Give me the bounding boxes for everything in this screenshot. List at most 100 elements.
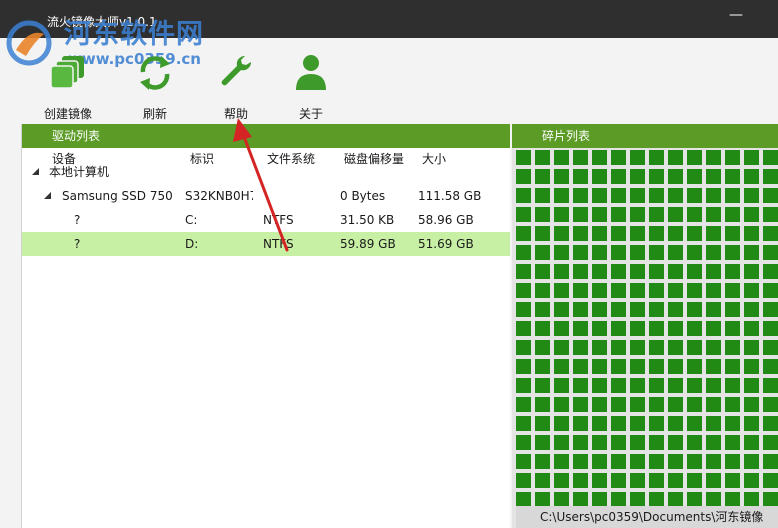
fragment-block xyxy=(516,302,531,317)
refresh-button[interactable]: 刷新 xyxy=(115,48,195,121)
expand-arrow-icon[interactable] xyxy=(32,168,39,175)
size-cell: 58.96 GB xyxy=(418,213,474,227)
fragment-block xyxy=(763,169,778,184)
fragment-block xyxy=(687,150,702,165)
fragment-block xyxy=(763,150,778,165)
fragment-block xyxy=(744,207,759,222)
fragment-block xyxy=(687,397,702,412)
fragment-block xyxy=(630,454,645,469)
fragment-block xyxy=(573,245,588,260)
fragment-block xyxy=(516,454,531,469)
fragment-block xyxy=(763,492,778,507)
fragment-block xyxy=(668,283,683,298)
fragment-block xyxy=(744,321,759,336)
fragment-block xyxy=(611,454,626,469)
fragment-block xyxy=(516,169,531,184)
refresh-icon xyxy=(140,56,170,90)
fragment-block xyxy=(706,245,721,260)
fragment-block xyxy=(535,207,550,222)
fragment-block xyxy=(535,454,550,469)
fragment-block xyxy=(687,169,702,184)
device-cell: Samsung SSD 750 EVO xyxy=(62,189,176,203)
fragment-block xyxy=(649,188,664,203)
minimize-button[interactable]: — xyxy=(722,6,750,24)
fragment-block xyxy=(687,302,702,317)
fragment-block xyxy=(554,435,569,450)
table-row[interactable]: 本地计算机 xyxy=(22,160,510,184)
fragment-block xyxy=(744,340,759,355)
fragment-block xyxy=(706,188,721,203)
fragment-block xyxy=(706,435,721,450)
fragment-block xyxy=(725,226,740,241)
fragment-block xyxy=(554,188,569,203)
fragment-block xyxy=(554,397,569,412)
fragment-block xyxy=(649,435,664,450)
fragment-block xyxy=(706,340,721,355)
fragment-block xyxy=(725,321,740,336)
fragment-block xyxy=(687,416,702,431)
fragment-block xyxy=(744,150,759,165)
fragment-block xyxy=(649,378,664,393)
fragment-block xyxy=(763,416,778,431)
fragment-block xyxy=(573,435,588,450)
fragment-block xyxy=(516,207,531,222)
fragment-block xyxy=(687,473,702,488)
fragment-block xyxy=(630,378,645,393)
fragment-block xyxy=(763,264,778,279)
fragment-block xyxy=(573,188,588,203)
fragment-block xyxy=(630,302,645,317)
fragment-block xyxy=(649,359,664,374)
help-button[interactable]: 帮助 xyxy=(196,48,276,121)
fragment-block xyxy=(763,188,778,203)
fragment-block xyxy=(744,435,759,450)
fragment-block xyxy=(687,188,702,203)
table-row-selected[interactable]: ? D: NTFS 59.89 GB 51.69 GB xyxy=(22,232,510,256)
fragment-block xyxy=(706,264,721,279)
expand-arrow-icon[interactable] xyxy=(44,192,51,199)
fragment-block xyxy=(763,321,778,336)
fragment-block xyxy=(554,378,569,393)
fragment-block xyxy=(649,283,664,298)
fragment-block xyxy=(725,359,740,374)
fragment-block xyxy=(725,454,740,469)
fragment-block xyxy=(649,340,664,355)
fragment-block xyxy=(668,207,683,222)
fragment-block xyxy=(725,283,740,298)
fragment-block xyxy=(516,321,531,336)
fragment-block xyxy=(649,397,664,412)
fragment-block xyxy=(744,378,759,393)
fragment-block xyxy=(554,226,569,241)
table-row[interactable]: Samsung SSD 750 EVO S32KNB0H7 0 Bytes 11… xyxy=(22,184,510,208)
fragment-block xyxy=(535,245,550,260)
fragment-block xyxy=(706,416,721,431)
fragment-block xyxy=(706,473,721,488)
offset-cell: 0 Bytes xyxy=(340,189,386,203)
fragment-block xyxy=(573,207,588,222)
fragment-block xyxy=(554,416,569,431)
fragment-block xyxy=(725,378,740,393)
fragment-block xyxy=(668,473,683,488)
fragment-block xyxy=(630,264,645,279)
fragment-block xyxy=(744,359,759,374)
fragment-block xyxy=(725,188,740,203)
fragment-block xyxy=(687,492,702,507)
fragment-block xyxy=(687,245,702,260)
fragment-block xyxy=(554,454,569,469)
fragment-block xyxy=(516,397,531,412)
fragment-block xyxy=(687,226,702,241)
fragment-block xyxy=(554,340,569,355)
create-image-button[interactable]: 创建镜像 xyxy=(28,48,108,121)
fragment-block xyxy=(687,435,702,450)
table-row[interactable]: ? C: NTFS 31.50 KB 58.96 GB xyxy=(22,208,510,232)
fragment-block xyxy=(516,359,531,374)
fragment-block xyxy=(573,226,588,241)
fragment-block xyxy=(687,340,702,355)
fragment-block xyxy=(554,302,569,317)
fragment-block xyxy=(725,264,740,279)
fragment-block xyxy=(592,378,607,393)
about-button[interactable]: 关于 xyxy=(271,48,351,121)
help-label: 帮助 xyxy=(223,107,248,121)
fragment-block xyxy=(535,283,550,298)
fragment-block xyxy=(763,473,778,488)
fragment-block xyxy=(611,207,626,222)
